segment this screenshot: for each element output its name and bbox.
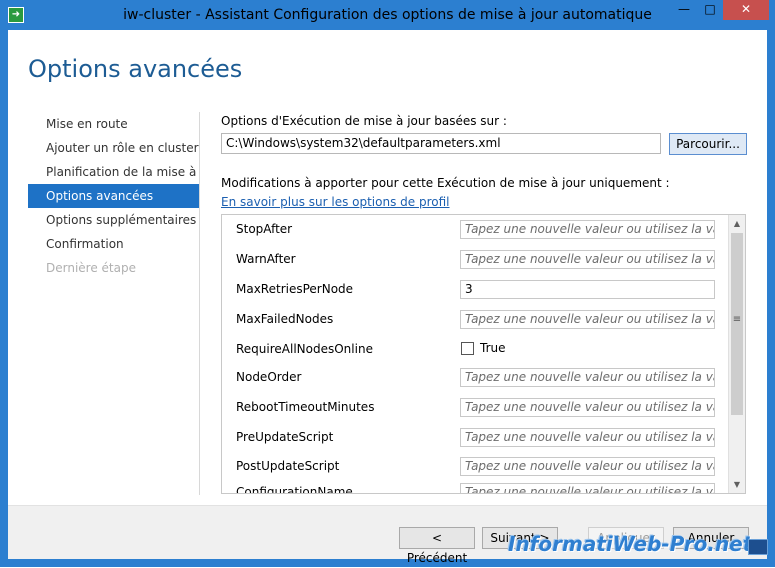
param-value-input[interactable]: Tapez une nouvelle valeur ou utilisez la…: [460, 310, 715, 329]
param-name: MaxRetriesPerNode: [236, 282, 354, 296]
param-value-input[interactable]: 3: [460, 280, 715, 299]
parameters-grid: ConfigurationName Tapez une nouvelle vale…: [221, 214, 746, 494]
client-area: Options avancées Mise en route Ajouter un…: [8, 30, 767, 565]
param-name: WarnAfter: [236, 252, 296, 266]
window-title: iw-cluster - Assistant Configuration des…: [123, 7, 652, 23]
scroll-thumb[interactable]: ≡: [731, 233, 743, 415]
param-row: NodeOrder Tapez une nouvelle valeur ou ut…: [222, 363, 727, 393]
param-row: StopAfter Tapez une nouvelle valeur ou ut…: [222, 215, 727, 245]
param-name: NodeOrder: [236, 370, 302, 384]
modifications-label: Modifications à apporter pour cette Exéc…: [221, 176, 670, 190]
param-row: WarnAfter Tapez une nouvelle valeur ou ut…: [222, 245, 727, 275]
nav-item-4[interactable]: Options supplémentaires: [28, 208, 200, 232]
nav-divider: [199, 112, 200, 495]
param-name: StopAfter: [236, 222, 293, 236]
close-button[interactable]: ✕: [723, 0, 769, 20]
profile-path-input[interactable]: C:\Windows\system32\defaultparameters.xm…: [221, 133, 661, 154]
param-row: RequireAllNodesOnline True: [222, 335, 727, 365]
profile-label: Options d'Exécution de mise à jour basée…: [221, 114, 507, 128]
nav-item-3[interactable]: Options avancées: [28, 184, 200, 208]
param-value-input[interactable]: Tapez une nouvelle valeur ou utilisez la…: [460, 398, 715, 417]
param-name: PostUpdateScript: [236, 459, 340, 473]
param-name: ConfigurationName: [236, 485, 353, 494]
param-value-input[interactable]: Tapez une nouvelle valeur ou utilisez la…: [460, 250, 715, 269]
param-row: PreUpdateScript Tapez une nouvelle valeur…: [222, 423, 727, 453]
param-row: PostUpdateScript Tapez une nouvelle valeu…: [222, 452, 727, 482]
scroll-grip-icon: ≡: [732, 314, 742, 325]
wizard-window: ➜ iw-cluster - Assistant Configuration d…: [0, 0, 775, 567]
param-value-input[interactable]: Tapez une nouvelle valeur ou utilisez la…: [460, 428, 715, 447]
title-bar[interactable]: ➜ iw-cluster - Assistant Configuration d…: [0, 0, 775, 30]
nav-item-6: Dernière étape: [46, 261, 136, 275]
param-name: RequireAllNodesOnline: [236, 342, 373, 356]
nav-item-5[interactable]: Confirmation: [28, 232, 200, 256]
param-checkbox[interactable]: [461, 342, 474, 355]
scroll-down-arrow-icon[interactable]: ▼: [729, 476, 745, 493]
page-header: Options avancées: [8, 30, 767, 110]
nav-item-1[interactable]: Ajouter un rôle en cluster: [28, 136, 200, 160]
page-title: Options avancées: [28, 55, 243, 83]
param-name: MaxFailedNodes: [236, 312, 334, 326]
param-checkbox-label: True: [480, 341, 506, 355]
scroll-up-arrow-icon[interactable]: ▲: [729, 215, 745, 232]
minimize-button[interactable]: —: [671, 0, 697, 20]
param-name: RebootTimeoutMinutes: [236, 400, 375, 414]
browse-button[interactable]: Parcourir...: [669, 133, 747, 155]
previous-button[interactable]: < Précédent: [399, 527, 475, 565]
nav-item-0[interactable]: Mise en route: [28, 112, 200, 136]
param-value-input[interactable]: Tapez une nouvelle valeur ou utilisez la…: [460, 483, 715, 493]
watermark-text: InformatiWeb-Pro.net: [508, 532, 753, 556]
param-row: MaxRetriesPerNode 3: [222, 275, 727, 305]
profile-options-link[interactable]: En savoir plus sur les options de profil: [221, 195, 450, 209]
param-name: PreUpdateScript: [236, 430, 334, 444]
param-row: MaxFailedNodes Tapez une nouvelle valeur …: [222, 305, 727, 335]
param-row: RebootTimeoutMinutes Tapez une nouvelle v…: [222, 393, 727, 423]
nav-item-2[interactable]: Planification de la mise à jour: [28, 160, 200, 184]
wizard-steps-nav: Mise en route Ajouter un rôle en cluster P…: [28, 112, 200, 280]
param-value-input[interactable]: Tapez une nouvelle valeur ou utilisez la…: [460, 457, 715, 476]
param-value-input[interactable]: Tapez une nouvelle valeur ou utilisez la…: [460, 220, 715, 239]
param-value-input[interactable]: Tapez une nouvelle valeur ou utilisez la…: [460, 368, 715, 387]
parameters-scrollbar[interactable]: ▲ ≡ ▼: [728, 215, 745, 493]
watermark-logo-icon: [748, 539, 768, 555]
maximize-button[interactable]: □: [697, 0, 723, 20]
